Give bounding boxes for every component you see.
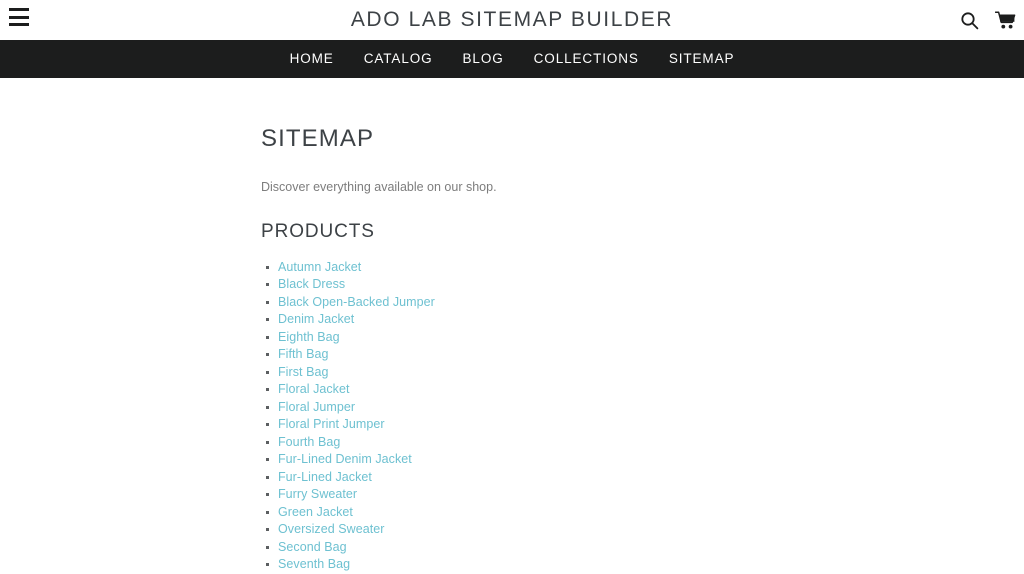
product-link[interactable]: Fur-Lined Denim Jacket <box>278 452 412 466</box>
page-main: SITEMAP Discover everything available on… <box>0 78 1024 573</box>
search-icon[interactable] <box>960 11 979 30</box>
nav-link-sitemap[interactable]: SITEMAP <box>654 40 750 78</box>
list-item: Second Bag <box>261 538 1024 556</box>
section-heading-products: PRODUCTS <box>261 221 375 243</box>
nav-link-blog[interactable]: BLOG <box>448 40 519 78</box>
list-item: Green Jacket <box>261 503 1024 521</box>
product-link[interactable]: Second Bag <box>278 540 347 554</box>
list-item: Floral Print Jumper <box>261 415 1024 433</box>
main-navigation: HOME CATALOG BLOG COLLECTIONS SITEMAP <box>0 40 1024 78</box>
nav-link-collections[interactable]: COLLECTIONS <box>519 40 654 78</box>
product-link[interactable]: Fourth Bag <box>278 435 340 449</box>
list-item: Fur-Lined Jacket <box>261 468 1024 486</box>
nav-item-catalog: CATALOG <box>349 40 448 78</box>
list-item: Furry Sweater <box>261 485 1024 503</box>
list-item: Black Open-Backed Jumper <box>261 293 1024 311</box>
nav-list: HOME CATALOG BLOG COLLECTIONS SITEMAP <box>275 40 750 78</box>
list-item: Oversized Sweater <box>261 520 1024 538</box>
content-wrapper: SITEMAP Discover everything available on… <box>0 78 1024 573</box>
page-title: SITEMAP <box>261 125 375 152</box>
nav-item-blog: BLOG <box>448 40 519 78</box>
product-link[interactable]: Black Dress <box>278 277 345 291</box>
product-link[interactable]: Fur-Lined Jacket <box>278 470 372 484</box>
list-item: Fourth Bag <box>261 433 1024 451</box>
product-link[interactable]: First Bag <box>278 365 328 379</box>
hamburger-bar <box>9 8 29 11</box>
product-link[interactable]: Denim Jacket <box>278 312 354 326</box>
product-link[interactable]: Oversized Sweater <box>278 522 384 536</box>
list-item: First Bag <box>261 363 1024 381</box>
site-title: ADO LAB SITEMAP BUILDER <box>350 8 674 31</box>
product-link[interactable]: Seventh Bag <box>278 557 350 571</box>
header-actions <box>960 0 1016 40</box>
product-link[interactable]: Floral Jumper <box>278 400 355 414</box>
product-link[interactable]: Floral Jacket <box>278 382 350 396</box>
product-link[interactable]: Furry Sweater <box>278 487 357 501</box>
list-item: Seventh Bag <box>261 555 1024 573</box>
nav-link-home[interactable]: HOME <box>275 40 349 78</box>
product-link[interactable]: Fifth Bag <box>278 347 328 361</box>
product-sitemap-list: Autumn Jacket Black Dress Black Open-Backe… <box>261 258 1024 573</box>
product-link[interactable]: Autumn Jacket <box>278 260 361 274</box>
list-item: Fur-Lined Denim Jacket <box>261 450 1024 468</box>
list-item: Black Dress <box>261 275 1024 293</box>
list-item: Denim Jacket <box>261 310 1024 328</box>
list-item: Fifth Bag <box>261 345 1024 363</box>
product-link[interactable]: Green Jacket <box>278 505 353 519</box>
page-subtitle: Discover everything available on our sho… <box>261 179 497 194</box>
hamburger-bar <box>9 23 29 26</box>
nav-item-home: HOME <box>275 40 349 78</box>
list-item: Floral Jacket <box>261 380 1024 398</box>
nav-item-sitemap: SITEMAP <box>654 40 750 78</box>
nav-item-collections: COLLECTIONS <box>519 40 654 78</box>
shopping-cart-icon[interactable] <box>994 10 1016 30</box>
site-header: ADO LAB SITEMAP BUILDER <box>0 0 1024 40</box>
hamburger-bar <box>9 15 29 19</box>
list-item: Eighth Bag <box>261 328 1024 346</box>
product-link[interactable]: Eighth Bag <box>278 330 340 344</box>
nav-link-catalog[interactable]: CATALOG <box>349 40 448 78</box>
hamburger-menu-icon[interactable] <box>9 8 29 26</box>
list-item: Autumn Jacket <box>261 258 1024 276</box>
product-link[interactable]: Floral Print Jumper <box>278 417 385 431</box>
product-link[interactable]: Black Open-Backed Jumper <box>278 295 435 309</box>
list-item: Floral Jumper <box>261 398 1024 416</box>
